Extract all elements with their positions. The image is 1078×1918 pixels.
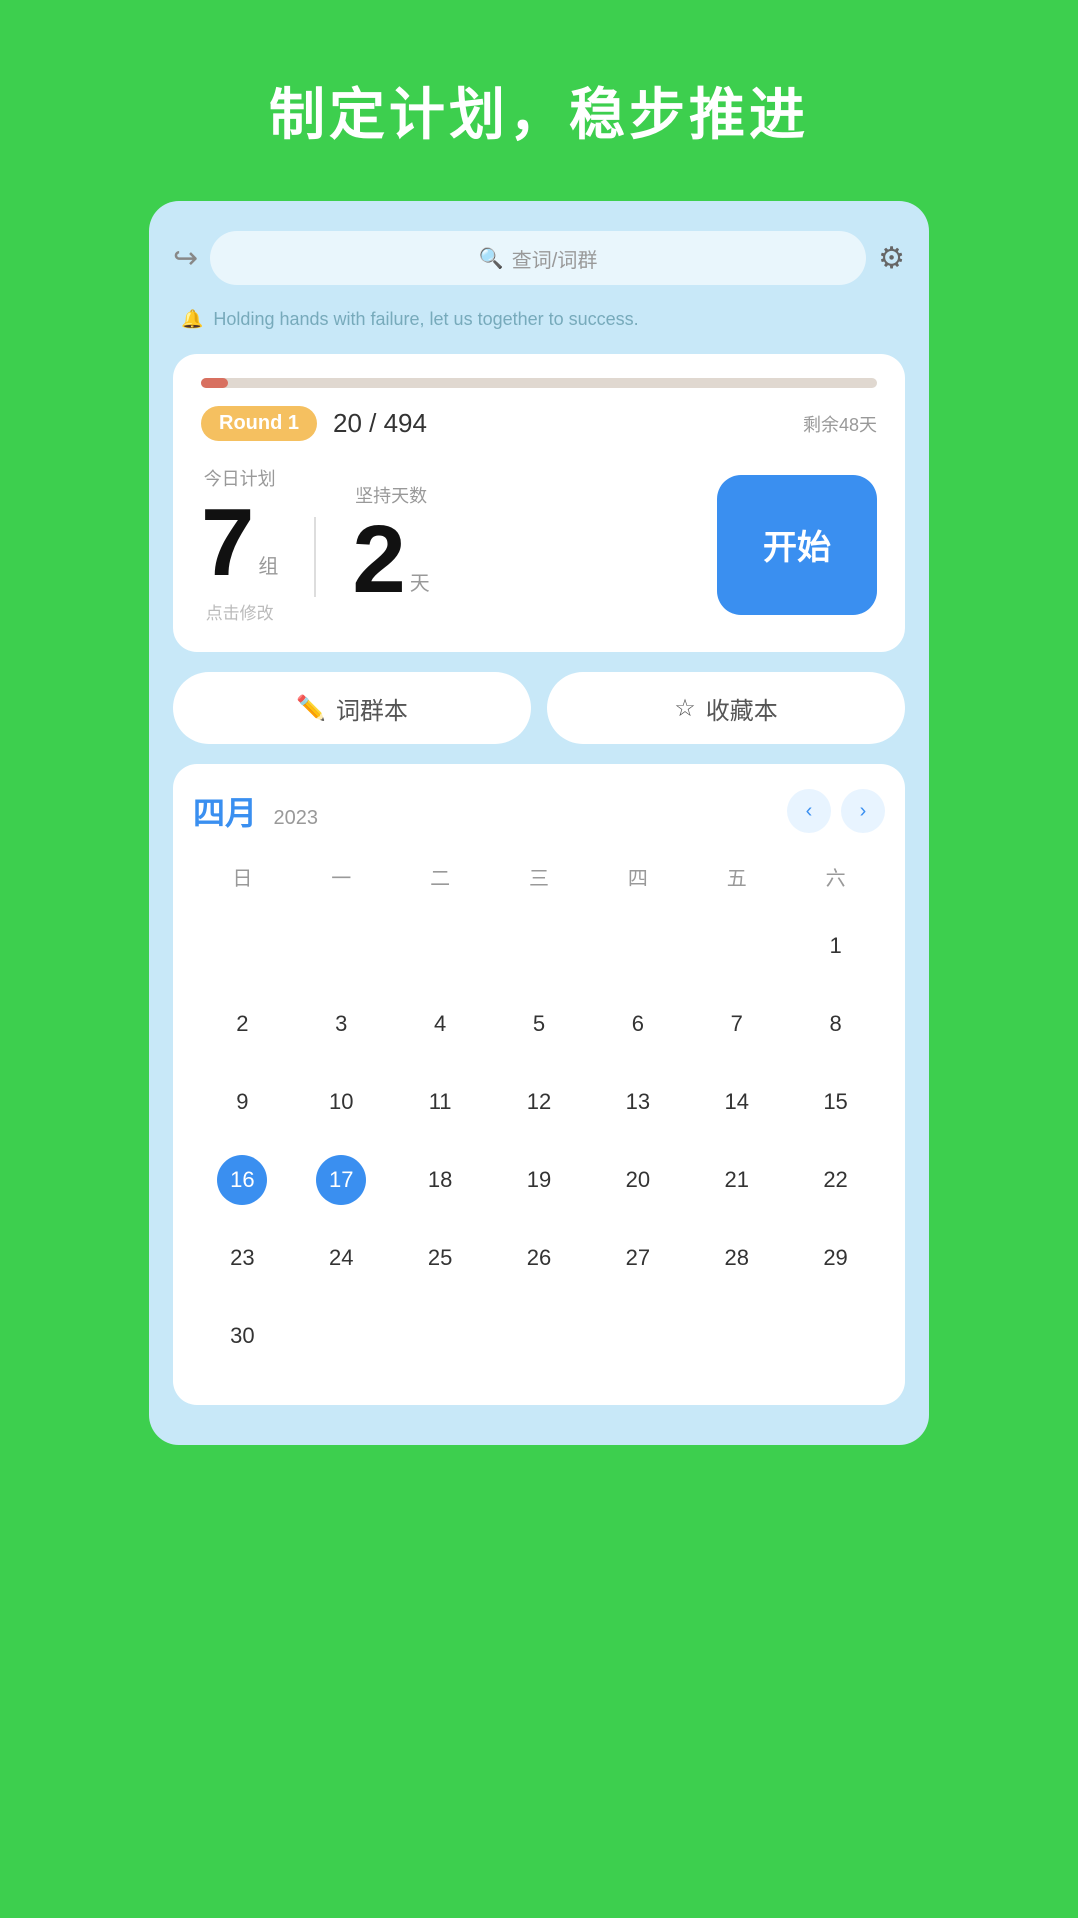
- search-placeholder: 查词/词群: [512, 244, 598, 273]
- day-cell[interactable]: 22: [786, 1141, 885, 1219]
- progress-text: 20 / 494: [333, 408, 427, 439]
- day-cell[interactable]: 4: [391, 985, 490, 1063]
- weekday-label: 一: [292, 854, 391, 899]
- day-cell[interactable]: 23: [193, 1219, 292, 1297]
- day-cell[interactable]: 3: [292, 985, 391, 1063]
- day-cell[interactable]: 30: [193, 1297, 292, 1375]
- day-cell[interactable]: 12: [490, 1063, 589, 1141]
- remaining-text: 剩余48天: [803, 411, 877, 437]
- day-cell[interactable]: 9: [193, 1063, 292, 1141]
- day-cell[interactable]: 18: [391, 1141, 490, 1219]
- calendar-days: 1234567891011121314151617181920212223242…: [193, 907, 885, 1375]
- weekday-label: 四: [588, 854, 687, 899]
- day-cell[interactable]: 21: [687, 1141, 786, 1219]
- bell-icon: 🔔: [181, 309, 203, 330]
- day-cell[interactable]: 1: [786, 907, 885, 985]
- prev-month-button[interactable]: ‹: [787, 789, 831, 833]
- today-plan-block: 今日计划 7 组 点击修改: [201, 465, 278, 624]
- day-cell[interactable]: 8: [786, 985, 885, 1063]
- day-cell[interactable]: 7: [687, 985, 786, 1063]
- streak-unit: 天: [410, 567, 430, 596]
- day-cell[interactable]: 10: [292, 1063, 391, 1141]
- day-cell[interactable]: 25: [391, 1219, 490, 1297]
- favorites-label: 收藏本: [706, 691, 778, 726]
- action-buttons: ✏️ 词群本 ☆ 收藏本: [173, 672, 905, 744]
- calendar-header: 四月 2023 ‹ ›: [193, 788, 885, 834]
- search-icon: 🔍: [479, 246, 504, 271]
- notification-bar: 🔔 Holding hands with failure, let us tog…: [173, 305, 905, 334]
- day-cell[interactable]: 13: [588, 1063, 687, 1141]
- next-month-button[interactable]: ›: [841, 789, 885, 833]
- start-button[interactable]: 开始: [717, 475, 877, 615]
- day-cell[interactable]: 14: [687, 1063, 786, 1141]
- today-plan-unit: 组: [258, 550, 278, 579]
- search-bar[interactable]: 🔍 查词/词群: [210, 231, 866, 285]
- stat-divider: [314, 517, 316, 597]
- vocabulary-icon: ✏️: [296, 694, 326, 723]
- day-cell[interactable]: 2: [193, 985, 292, 1063]
- day-cell[interactable]: 11: [391, 1063, 490, 1141]
- day-cell[interactable]: 5: [490, 985, 589, 1063]
- favorites-button[interactable]: ☆ 收藏本: [547, 672, 905, 744]
- notification-text: Holding hands with failure, let us toget…: [213, 309, 638, 330]
- vocabulary-button[interactable]: ✏️ 词群本: [173, 672, 531, 744]
- day-cell[interactable]: 27: [588, 1219, 687, 1297]
- day-cell-empty: [292, 907, 391, 985]
- modify-text[interactable]: 点击修改: [206, 599, 274, 624]
- day-cell[interactable]: 28: [687, 1219, 786, 1297]
- day-cell[interactable]: 29: [786, 1219, 885, 1297]
- gear-icon[interactable]: ⚙: [878, 241, 905, 276]
- calendar-year: 2023: [273, 807, 318, 829]
- day-cell[interactable]: 19: [490, 1141, 589, 1219]
- star-icon: ☆: [674, 694, 696, 723]
- day-cell[interactable]: 20: [588, 1141, 687, 1219]
- weekday-label: 三: [490, 854, 589, 899]
- progress-bar-container: [201, 378, 877, 388]
- day-cell[interactable]: 15: [786, 1063, 885, 1141]
- study-card: Round 1 20 / 494 剩余48天 今日计划 7 组 点击修改 坚持天…: [173, 354, 905, 652]
- today-plan-value: 7: [201, 495, 254, 591]
- weekday-label: 日: [193, 854, 292, 899]
- progress-bar-fill: [201, 378, 228, 388]
- day-cell[interactable]: 16: [193, 1141, 292, 1219]
- vocabulary-label: 词群本: [336, 691, 408, 726]
- page-title: 制定计划，稳步推进: [229, 0, 849, 201]
- day-cell-empty: [588, 907, 687, 985]
- day-cell[interactable]: 17: [292, 1141, 391, 1219]
- round-badge: Round 1: [201, 406, 317, 441]
- streak-value: 2: [352, 512, 405, 608]
- calendar-nav: ‹ ›: [787, 789, 885, 833]
- day-cell-empty: [391, 907, 490, 985]
- calendar-title: 四月 2023: [193, 788, 318, 834]
- day-cell-empty: [193, 907, 292, 985]
- streak-label: 坚持天数: [355, 482, 427, 508]
- day-cell-empty: [490, 907, 589, 985]
- today-plan-label: 今日计划: [204, 465, 276, 491]
- card-header: Round 1 20 / 494 剩余48天: [201, 406, 877, 441]
- weekday-label: 五: [687, 854, 786, 899]
- streak-block: 坚持天数 2 天: [352, 482, 429, 608]
- day-cell[interactable]: 26: [490, 1219, 589, 1297]
- day-cell[interactable]: 6: [588, 985, 687, 1063]
- app-container: ↪ 🔍 查词/词群 ⚙ 🔔 Holding hands with failure…: [149, 201, 929, 1445]
- calendar: 四月 2023 ‹ › 日一二三四五六 12345678910111213141…: [173, 764, 905, 1405]
- calendar-weekdays: 日一二三四五六: [193, 854, 885, 899]
- calendar-month: 四月: [193, 795, 257, 831]
- weekday-label: 六: [786, 854, 885, 899]
- day-cell[interactable]: 24: [292, 1219, 391, 1297]
- share-icon[interactable]: ↪: [173, 241, 198, 276]
- header: ↪ 🔍 查词/词群 ⚙: [173, 231, 905, 285]
- weekday-label: 二: [391, 854, 490, 899]
- day-cell-empty: [687, 907, 786, 985]
- card-stats: 今日计划 7 组 点击修改 坚持天数 2 天 开始: [201, 465, 877, 624]
